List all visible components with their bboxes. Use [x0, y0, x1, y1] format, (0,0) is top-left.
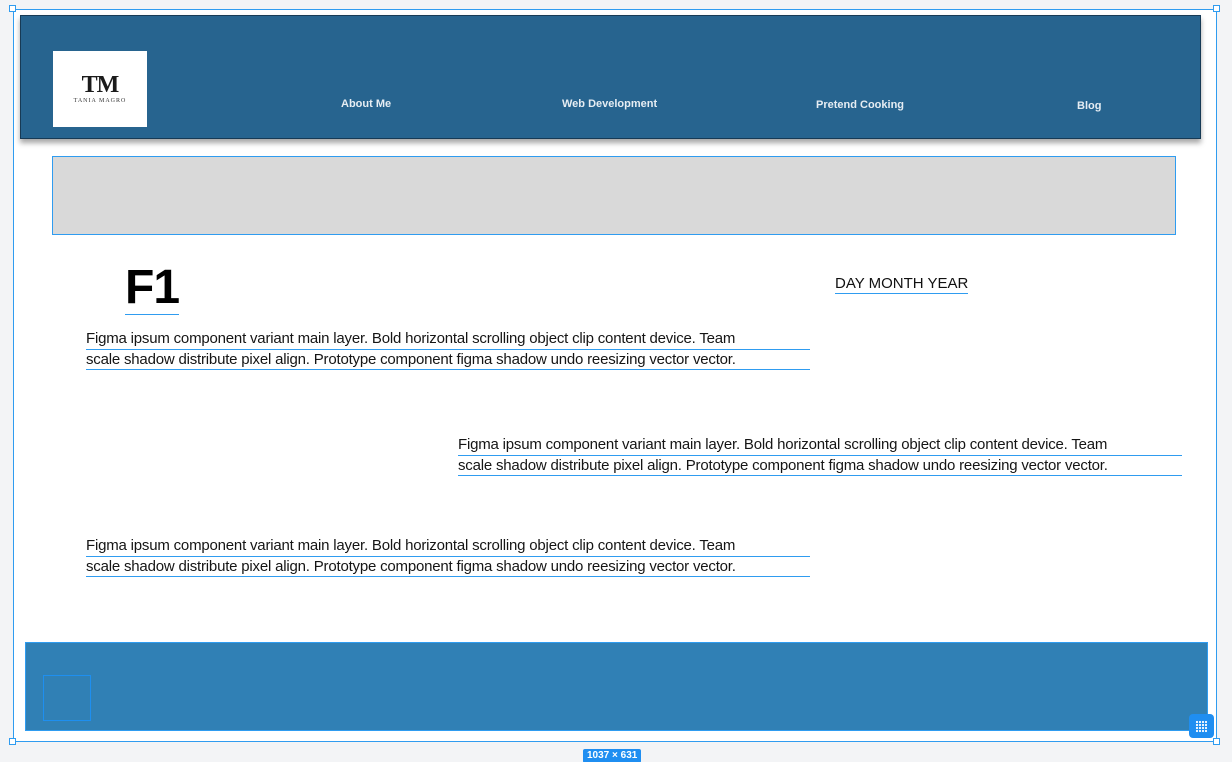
- paragraph-line: scale shadow distribute pixel align. Pro…: [86, 350, 810, 370]
- selection-size-badge: 1037 × 631: [583, 749, 642, 762]
- resize-handle-bottom-left[interactable]: [9, 738, 16, 745]
- page-title[interactable]: F1: [125, 262, 180, 315]
- nav-about-me[interactable]: About Me: [341, 98, 391, 110]
- nav-pretend-cooking[interactable]: Pretend Cooking: [816, 99, 904, 111]
- resize-handle-top-left[interactable]: [9, 5, 16, 12]
- footer-placeholder-box[interactable]: [43, 675, 91, 721]
- resize-handle-bottom-right[interactable]: [1213, 738, 1220, 745]
- paragraph-2[interactable]: Figma ipsum component variant main layer…: [458, 435, 1182, 476]
- grid-icon: [1195, 720, 1208, 732]
- layout-grid-button[interactable]: [1189, 714, 1214, 738]
- paragraph-line: Figma ipsum component variant main layer…: [458, 435, 1182, 456]
- logo-mark: TM: [81, 72, 120, 98]
- paragraph-line: scale shadow distribute pixel align. Pro…: [458, 456, 1182, 476]
- nav-web-development[interactable]: Web Development: [562, 98, 657, 110]
- design-canvas[interactable]: TM TANIA MAGRO About Me Web Development …: [0, 0, 1232, 762]
- nav-blog[interactable]: Blog: [1077, 100, 1101, 112]
- paragraph-line: Figma ipsum component variant main layer…: [86, 329, 810, 350]
- site-header[interactable]: TM TANIA MAGRO About Me Web Development …: [20, 15, 1201, 139]
- logo-name: TANIA MAGRO: [73, 98, 127, 104]
- paragraph-line: scale shadow distribute pixel align. Pro…: [86, 557, 810, 577]
- logo[interactable]: TM TANIA MAGRO: [53, 51, 147, 127]
- paragraph-1[interactable]: Figma ipsum component variant main layer…: [86, 329, 810, 370]
- resize-handle-top-right[interactable]: [1213, 5, 1220, 12]
- paragraph-line: Figma ipsum component variant main layer…: [86, 536, 810, 557]
- site-footer[interactable]: [25, 642, 1208, 731]
- paragraph-3[interactable]: Figma ipsum component variant main layer…: [86, 536, 810, 577]
- hero-image-placeholder[interactable]: [52, 156, 1176, 235]
- post-date[interactable]: DAY MONTH YEAR: [835, 275, 969, 294]
